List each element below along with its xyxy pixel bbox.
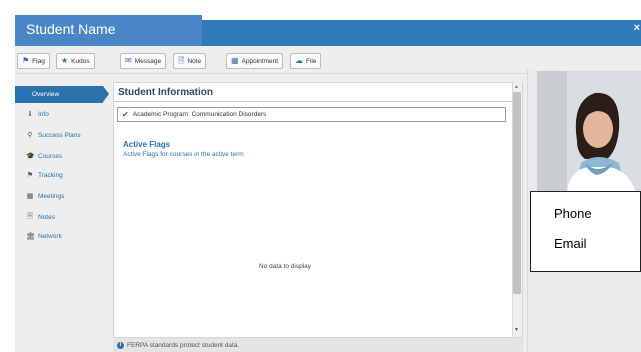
sidebar-item-label: Tracking — [38, 171, 63, 179]
ferpa-notice: FERPA standards protect student data. — [127, 341, 240, 349]
user-icon: 👤 — [20, 91, 29, 99]
building-icon: 🏛 — [26, 233, 35, 240]
student-photo — [537, 71, 641, 191]
appointment-button-label: Appointment — [241, 57, 279, 65]
note-button-label: Note — [187, 57, 202, 65]
sidebar-item-notes[interactable]: 🗏 Notes — [26, 212, 55, 223]
flag-icon: ⚑ — [26, 172, 34, 179]
message-button-label: Message — [134, 57, 162, 65]
info-icon: i — [117, 341, 124, 349]
file-button[interactable]: ☁ File — [290, 53, 322, 69]
sidebar-item-overview[interactable]: 👤 Overview — [15, 86, 109, 103]
scrollbar-thumb[interactable] — [513, 92, 521, 294]
sidebar-item-label: Courses — [38, 152, 63, 160]
cloud-upload-icon: ☁ — [295, 56, 303, 65]
panel-title: Student Information — [118, 87, 213, 98]
sidebar-item-label: Meetings — [38, 192, 65, 200]
student-info-panel — [113, 82, 523, 352]
sidebar-item-label: Network — [38, 232, 62, 240]
active-flags-heading: Active Flags — [123, 140, 171, 149]
checkmark-icon: ✔ — [122, 110, 129, 119]
notes-icon: 🗏 — [27, 213, 33, 220]
flag-button[interactable]: ⚑ Flag — [17, 53, 50, 69]
close-icon[interactable]: × — [634, 22, 640, 34]
active-flags-subtitle: Active Flags for courses in the active t… — [123, 151, 244, 158]
kudos-button[interactable]: ★ Kudos — [56, 53, 95, 69]
contact-card: Phone Email — [530, 191, 641, 272]
note-button[interactable]: 🗎 Note — [173, 53, 207, 69]
sidebar-item-tracking[interactable]: ⚑ Tracking — [26, 171, 63, 180]
empty-state-text: No data to display — [259, 263, 312, 270]
sidebar-item-info[interactable]: ℹ Info — [26, 110, 49, 119]
kudos-button-label: Kudos — [71, 57, 90, 65]
student-name-label: Student Name — [15, 15, 202, 46]
flag-button-label: Flag — [32, 57, 45, 65]
sidebar-item-label: Notes — [38, 214, 55, 221]
calendar-icon: ▦ — [231, 56, 239, 65]
flag-icon: ⚑ — [22, 56, 30, 65]
sidebar-item-network[interactable]: 🏛 Network — [26, 232, 62, 241]
title-divider — [113, 101, 512, 102]
note-icon: 🗎 — [178, 56, 185, 65]
graduation-cap-icon: 🎓 — [26, 153, 35, 160]
ferpa-footer: i FERPA standards protect student data. — [113, 337, 523, 352]
scroll-up-icon[interactable]: ▲ — [514, 84, 519, 90]
academic-program-text: Academic Program: Communication Disorder… — [132, 111, 267, 118]
phone-label: Phone — [554, 206, 592, 221]
sidebar-item-courses[interactable]: 🎓 Courses — [26, 152, 63, 161]
appointment-button[interactable]: ▦ Appointment — [226, 53, 284, 69]
sidebar-item-label: Overview — [32, 91, 60, 98]
sidebar-item-label: Success Plans — [38, 131, 81, 139]
sidebar-item-meetings[interactable]: ▦ Meetings — [26, 192, 65, 201]
sitemap-icon: ⚲ — [27, 132, 33, 139]
star-icon: ★ — [61, 56, 69, 65]
email-label: Email — [554, 236, 587, 251]
info-icon: ℹ — [28, 111, 32, 118]
sidebar-item-success-plans[interactable]: ⚲ Success Plans — [26, 131, 81, 140]
message-button[interactable]: ✉ Message — [120, 53, 167, 69]
file-button-label: File — [306, 57, 317, 65]
scroll-down-icon[interactable]: ▼ — [514, 327, 519, 333]
academic-program-row: ✔ Academic Program: Communication Disord… — [117, 107, 506, 122]
sidebar-item-label: Info — [38, 110, 49, 118]
envelope-icon: ✉ — [125, 56, 132, 65]
calendar-icon: ▦ — [26, 193, 34, 200]
